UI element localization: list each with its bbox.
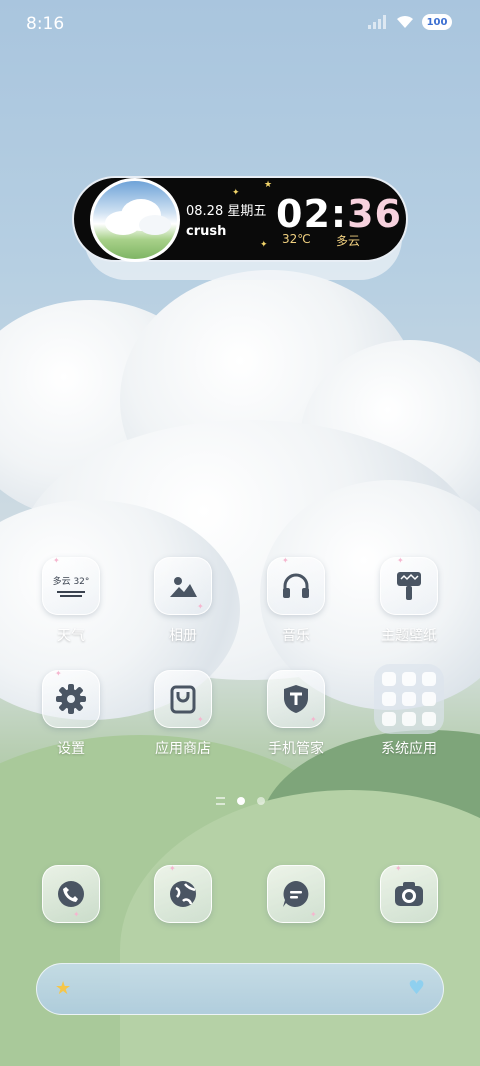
app-label: 应用商店 [155, 741, 211, 757]
star-icon: ★ [55, 978, 72, 999]
mini-app-icon [402, 672, 416, 686]
app-label: 天气 [57, 628, 85, 644]
weather-icon: ✦ 多云 32° [42, 556, 100, 615]
gallery-icon: ✦ [154, 557, 212, 615]
dock-browser[interactable]: ✦ [140, 864, 226, 923]
dock-camera[interactable]: ✦ [366, 864, 452, 923]
shield-icon: ✦ [267, 670, 325, 728]
status-bar: 8:16 100 [0, 0, 480, 50]
widget-weather: 多云 [336, 234, 361, 248]
page-dot-2[interactable] [256, 797, 265, 805]
clock-hours: 02 [276, 192, 331, 236]
search-bar[interactable]: ★ ♥ [36, 963, 444, 1015]
page-list-icon[interactable] [215, 797, 225, 805]
app-label: 音乐 [282, 628, 310, 644]
app-label: 主题壁纸 [381, 628, 437, 644]
mini-app-icon [422, 672, 436, 686]
mini-app-icon [422, 712, 436, 726]
app-phone-manager[interactable]: ✦ 手机管家 [253, 670, 339, 758]
star-icon: ✦ [260, 240, 268, 250]
dock-phone[interactable]: ✦ [28, 865, 114, 923]
widget-photo [90, 178, 180, 262]
app-label: 系统应用 [381, 741, 437, 757]
star-icon: ★ [264, 180, 273, 190]
weather-icon-text: 多云 32° [52, 576, 90, 587]
app-label: 设置 [57, 741, 85, 757]
theme-paintbrush-icon: ✦ [380, 556, 438, 615]
page-indicator [0, 797, 480, 805]
status-time: 8:16 [26, 14, 65, 34]
battery-indicator: 100 [422, 14, 452, 30]
app-weather[interactable]: ✦ 多云 32° 天气 [28, 556, 114, 645]
app-settings[interactable]: ✦ 设置 [28, 669, 114, 758]
mini-app-icon [382, 672, 396, 686]
dock-messages[interactable]: ✦ [253, 865, 339, 923]
headphones-icon: ✦ [267, 556, 325, 615]
mini-app-icon [402, 712, 416, 726]
shopping-bag-icon: ✦ [154, 670, 212, 728]
browser-globe-icon: ✦ [154, 864, 212, 923]
heart-icon: ♥ [407, 977, 425, 999]
page-dot-1[interactable] [236, 797, 245, 805]
phone-icon: ✦ [42, 865, 100, 923]
app-gallery[interactable]: ✦ 相册 [140, 557, 226, 645]
app-label: 手机管家 [268, 741, 324, 757]
clock-weather-widget[interactable]: ✦ ★ ✦ 08.28 星期五 crush 02:36 32℃ 多云 [72, 176, 408, 262]
app-system-folder[interactable]: 系统应用 [366, 664, 452, 758]
mini-app-icon [422, 692, 436, 706]
widget-date: 08.28 星期五 [186, 204, 267, 219]
mini-app-icon [382, 692, 396, 706]
clock-minutes: 36 [347, 192, 402, 236]
widget-caption: crush [186, 224, 227, 239]
app-label: 相册 [169, 628, 197, 644]
gear-icon: ✦ [42, 669, 100, 728]
mini-app-icon [382, 712, 396, 726]
app-store[interactable]: ✦ 应用商店 [140, 670, 226, 758]
widget-clock: 02:36 [276, 192, 402, 236]
app-music[interactable]: ✦ 音乐 [253, 556, 339, 645]
signal-icon [368, 15, 386, 29]
folder-icon [374, 664, 444, 734]
mini-app-icon [402, 692, 416, 706]
star-icon: ✦ [232, 188, 240, 198]
app-themes[interactable]: ✦ 主题壁纸 [366, 556, 452, 645]
camera-icon: ✦ [380, 864, 438, 923]
widget-temperature: 32℃ [282, 232, 311, 246]
messages-icon: ✦ [267, 865, 325, 923]
wifi-icon [397, 15, 413, 28]
